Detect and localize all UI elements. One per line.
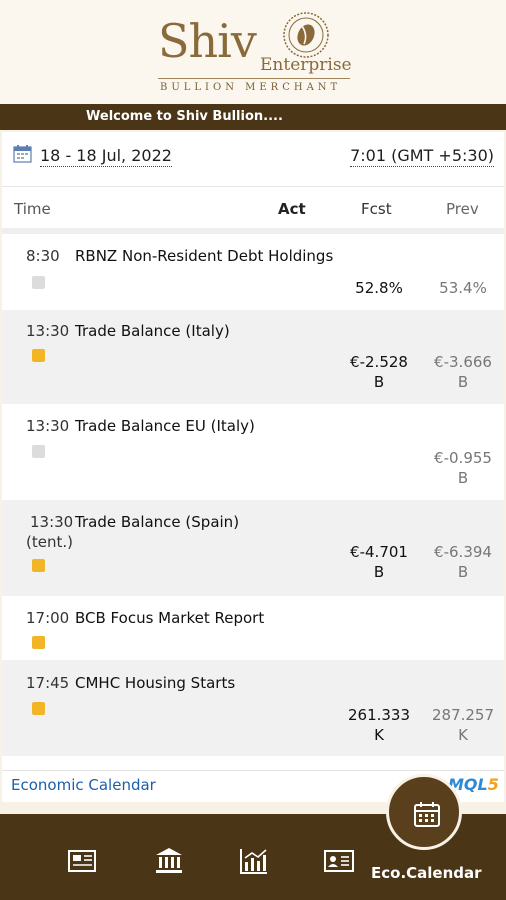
previous-value: 287.257 K	[431, 706, 495, 744]
date-row: 18 - 18 Jul, 2022 7:01 (GMT +5:30)	[2, 132, 504, 186]
event-time: 13:30	[26, 322, 70, 340]
event-row[interactable]: 13:30 Trade Balance (Spain) (tent.) €-4.…	[2, 500, 504, 596]
economic-calendar-link[interactable]: Economic Calendar	[11, 776, 156, 794]
event-time: 8:30	[26, 247, 60, 265]
contact-card-icon[interactable]	[323, 847, 355, 875]
importance-low-indicator	[32, 276, 45, 289]
previous-value: €-6.394 B	[434, 543, 492, 581]
importance-medium-indicator	[32, 559, 45, 572]
event-time: 13:30	[26, 417, 70, 435]
event-row[interactable]: 17:45 CMHC Housing Starts 261.333 K 287.2…	[2, 660, 504, 756]
brand-tagline: BULLION MERCHANT	[160, 82, 342, 93]
welcome-text: Welcome to Shiv Bullion....	[86, 109, 283, 124]
brand-name: Shiv	[158, 14, 257, 68]
previous-value: €-3.666 B	[434, 353, 492, 391]
event-time: 17:00	[26, 609, 70, 627]
forecast-value: 261.333 K	[347, 706, 411, 744]
calendar-icon[interactable]	[13, 145, 32, 163]
forecast-value: €-2.528 B	[350, 353, 408, 391]
importance-medium-indicator	[32, 702, 45, 715]
divider	[2, 186, 504, 187]
eco-calendar-tab[interactable]	[386, 774, 462, 850]
importance-low-indicator	[32, 445, 45, 458]
logo-divider	[158, 78, 350, 79]
importance-medium-indicator	[32, 636, 45, 649]
eco-calendar-label[interactable]: Eco.Calendar	[371, 864, 482, 882]
column-header-prev: Prev	[446, 200, 479, 218]
newspaper-icon[interactable]	[66, 847, 98, 875]
economic-calendar-widget: 18 - 18 Jul, 2022 7:01 (GMT +5:30) Time …	[2, 132, 504, 802]
event-name: CMHC Housing Starts	[75, 674, 236, 692]
event-time: 13:30	[30, 513, 74, 531]
event-name: BCB Focus Market Report	[75, 609, 265, 627]
previous-value: 53.4%	[439, 279, 487, 297]
coffee-bean-emblem-icon	[283, 12, 329, 58]
event-row[interactable]: 8:30 RBNZ Non-Resident Debt Holdings 52.…	[2, 234, 504, 310]
bank-icon[interactable]	[153, 847, 185, 875]
forecast-value: 52.8%	[355, 279, 403, 297]
calendar-icon	[414, 802, 440, 827]
column-header-act: Act	[278, 200, 306, 218]
forecast-value: €-4.701 B	[350, 543, 408, 581]
event-name: RBNZ Non-Resident Debt Holdings	[75, 247, 334, 265]
tentative-label: (tent.)	[26, 533, 73, 551]
timezone-selector[interactable]: 7:01 (GMT +5:30)	[350, 146, 494, 167]
previous-value: €-0.955 B	[434, 449, 492, 487]
column-header-time: Time	[14, 200, 51, 218]
event-row[interactable]: 17:00 BCB Focus Market Report	[2, 596, 504, 660]
column-header-fcst: Fcst	[361, 200, 392, 218]
importance-medium-indicator	[32, 349, 45, 362]
event-name: Trade Balance (Spain)	[75, 513, 240, 531]
event-time: 17:45	[26, 674, 70, 692]
welcome-banner: Welcome to Shiv Bullion....	[0, 104, 506, 130]
event-row[interactable]: 13:30 Trade Balance EU (Italy) €-0.955 B	[2, 404, 504, 500]
event-name: Trade Balance (Italy)	[75, 322, 230, 340]
chart-icon[interactable]	[238, 847, 270, 875]
event-row[interactable]: 13:30 Trade Balance (Italy) €-2.528 B €-3…	[2, 310, 504, 404]
app-header: Shiv Enterprise BULLION MERCHANT	[0, 0, 506, 104]
date-range-selector[interactable]: 18 - 18 Jul, 2022	[40, 146, 172, 167]
event-name: Trade Balance EU (Italy)	[75, 417, 255, 435]
brand-suffix: Enterprise	[260, 55, 352, 75]
